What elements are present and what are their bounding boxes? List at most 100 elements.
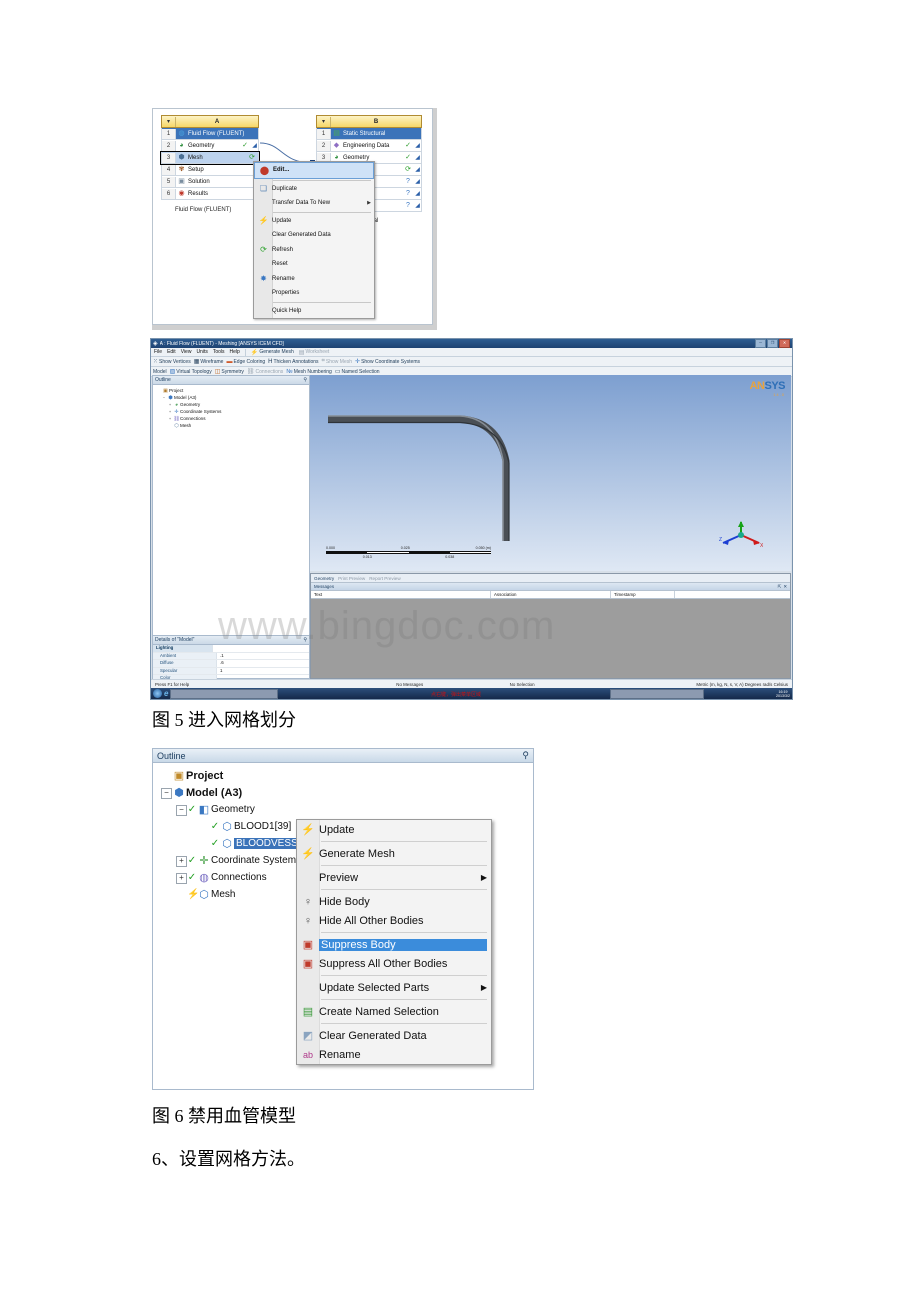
menu-item-hide-all-other-bodies[interactable]: ♀ Hide All Other Bodies [297, 911, 491, 930]
tree-node-geometry[interactable]: + ◕ Geometry [156, 401, 309, 408]
cell-b2[interactable]: 2 ◆ Engineering Data ✓ ◢ [316, 140, 422, 152]
taskbar-clock[interactable]: 16:19 2013/3/2 [776, 690, 790, 698]
pin-icon[interactable]: ⚲ [522, 750, 529, 761]
cell-a2-corner-icon[interactable]: ◢ [251, 141, 258, 151]
details-row-ambient[interactable]: Ambient .1 [153, 652, 309, 660]
coordinate-triad[interactable]: Z X [719, 519, 763, 549]
menu-item-duplicate[interactable]: ❏ Duplicate [254, 182, 374, 197]
details-row-specular[interactable]: Specular 1 [153, 667, 309, 675]
menu-item-reset[interactable]: Reset [254, 257, 374, 272]
menu-item-properties[interactable]: Properties [254, 286, 374, 301]
toolbar-show-vertices[interactable]: ⁙ Show Vertices [153, 358, 191, 366]
menu-item-update[interactable]: ⚡ Update [254, 214, 374, 229]
menu-item-rename[interactable]: ✸ Rename [254, 272, 374, 287]
cell-a2[interactable]: 2 ◕ Geometry ✓ ◢ [161, 140, 259, 152]
menu-item-generate-mesh[interactable]: ⚡ Generate Mesh [297, 844, 491, 863]
cell-a5[interactable]: 5 ▣ Solution [161, 176, 259, 188]
pin-icon[interactable]: ⇱ [778, 584, 782, 590]
minimize-button[interactable]: ─ [755, 339, 766, 348]
tab-report-preview[interactable]: Report Preview [369, 576, 400, 581]
menu-edit[interactable]: Edit [167, 349, 176, 355]
maximize-button[interactable]: ❐ [767, 339, 778, 348]
tree-node-geometry[interactable]: − ✓ ◧ Geometry [159, 801, 533, 818]
cell-b5-corner-icon[interactable]: ◢ [414, 177, 421, 187]
pin-icon[interactable]: ⚲ [303, 637, 307, 643]
toolbar-edge-coloring[interactable]: ▬ Edge Coloring [226, 359, 265, 365]
cell-a3-mesh[interactable]: 3 ⬢ Mesh ⟳ [160, 151, 260, 165]
menu-item-quick-help[interactable]: Quick Help [254, 304, 374, 319]
toolbar-model[interactable]: Model [153, 369, 167, 375]
toolbar-worksheet[interactable]: ▤ Worksheet [299, 349, 329, 356]
menu-view[interactable]: View [181, 349, 192, 355]
details-row-diffuse[interactable]: Diffuse .6 [153, 660, 309, 668]
workbench-cell-context-menu[interactable]: ⬤ Edit... ❏ Duplicate Transfer Data To N… [253, 161, 375, 319]
close-icon[interactable]: ✕ [783, 584, 787, 590]
menu-item-edit[interactable]: ⬤ Edit... [254, 162, 374, 179]
cell-b7-corner-icon[interactable]: ◢ [414, 201, 421, 211]
toolbar-generate-mesh[interactable]: ⚡ Generate Mesh [251, 349, 294, 356]
system-b-dropdown-icon[interactable]: ▾ [317, 116, 331, 127]
start-button-icon[interactable] [153, 689, 162, 698]
toolbar-symmetry[interactable]: ◫ Symmetry [215, 368, 244, 376]
tree-node-mesh[interactable]: ⬡ Mesh [156, 422, 309, 429]
toolbar-show-coordinate-systems[interactable]: ✛ Show Coordinate Systems [355, 358, 420, 366]
pin-icon[interactable]: ⚲ [303, 377, 307, 383]
cell-b3-corner-icon[interactable]: ◢ [414, 153, 421, 163]
toolbar-mesh-numbering[interactable]: № Mesh Numbering [286, 369, 332, 375]
cell-b4-corner-icon[interactable]: ◢ [414, 165, 421, 175]
menu-file[interactable]: File [154, 349, 162, 355]
tree-node-model[interactable]: − ⬢ Model (A3) [156, 394, 309, 401]
tree-node-coordinate-systems[interactable]: + ✛ Coordinate Systems [156, 408, 309, 415]
taskbar-window-button[interactable] [170, 688, 279, 699]
taskbar-window-button[interactable] [610, 688, 705, 699]
details-value-diffuse[interactable]: .6 [217, 660, 309, 667]
menu-item-suppress-body[interactable]: ▣ Suppress Body [297, 935, 491, 954]
menu-item-hide-body[interactable]: ♀ Hide Body [297, 892, 491, 911]
toolbar-named-selection[interactable]: ▭ Named Selection [335, 368, 380, 376]
tree-node-project[interactable]: ▣ Project [156, 387, 309, 394]
menu-item-update-selected-parts[interactable]: Update Selected Parts ▶ [297, 978, 491, 997]
close-button[interactable]: ✕ [779, 339, 790, 348]
tree-expander[interactable]: − [176, 805, 187, 816]
messages-col-timestamp[interactable]: Timestamp [611, 591, 675, 598]
menu-item-preview[interactable]: Preview ▶ [297, 868, 491, 887]
cell-b1[interactable]: 1 ▤ Static Structural [316, 128, 422, 140]
cell-b6-corner-icon[interactable]: ◢ [414, 189, 421, 199]
menu-item-clear-generated-data[interactable]: ◩ Clear Generated Data [297, 1026, 491, 1045]
tree-expander[interactable]: − [161, 788, 172, 799]
tree-expander[interactable]: + [176, 856, 187, 867]
menu-help[interactable]: Help [230, 349, 240, 355]
menu-item-suppress-all-other-bodies[interactable]: ▣ Suppress All Other Bodies [297, 954, 491, 973]
tree-node-project[interactable]: ▣ Project [159, 767, 533, 784]
menu-item-rename[interactable]: ab Rename [297, 1045, 491, 1064]
graphics-viewport[interactable]: ANSYS 14.0 0.000 0.025 0.050 (m) 0.013 0… [310, 375, 791, 571]
cell-a4[interactable]: 4 ✾ Setup [161, 164, 259, 176]
tree-node-connections[interactable]: + ⛓ Connections [156, 415, 309, 422]
details-value-ambient[interactable]: .1 [217, 653, 309, 660]
menu-item-transfer-data-to-new[interactable]: Transfer Data To New ▶ [254, 196, 374, 211]
tree-node-model[interactable]: − ⬢ Model (A3) [159, 784, 533, 801]
toolbar-thicken-annotations[interactable]: H Thicken Annotations [268, 359, 318, 365]
body-context-menu[interactable]: ⚡ Update ⚡ Generate Mesh Preview ▶ ♀ Hid… [296, 819, 492, 1065]
menu-item-clear-generated-data[interactable]: Clear Generated Data [254, 228, 374, 243]
cell-b2-corner-icon[interactable]: ◢ [414, 141, 421, 151]
menu-item-refresh[interactable]: ⟳ Refresh [254, 243, 374, 258]
tab-print-preview[interactable]: Print Preview [338, 576, 365, 581]
messages-col-text[interactable]: Text [311, 591, 491, 598]
system-a-dropdown-icon[interactable]: ▾ [162, 116, 176, 127]
internet-explorer-icon[interactable]: e [164, 689, 168, 698]
toolbar-connections[interactable]: ⛓ Connections [247, 368, 283, 376]
toolbar-show-mesh[interactable]: ⌗ Show Mesh [322, 358, 353, 365]
messages-col-association[interactable]: Association [491, 591, 611, 598]
menu-item-create-named-selection[interactable]: ▤ Create Named Selection [297, 1002, 491, 1021]
tree-expander[interactable]: + [176, 873, 187, 884]
toolbar-wireframe[interactable]: ▦ Wireframe [194, 358, 224, 366]
cell-a1[interactable]: 1 ◍ Fluid Flow (FLUENT) [161, 128, 259, 140]
menu-units[interactable]: Units [196, 349, 207, 355]
details-value-specular[interactable]: 1 [217, 668, 309, 675]
cell-a6[interactable]: 6 ◉ Results [161, 188, 259, 200]
menu-tools[interactable]: Tools [213, 349, 225, 355]
menu-item-update[interactable]: ⚡ Update [297, 820, 491, 839]
tab-geometry[interactable]: Geometry [314, 576, 334, 581]
toolbar-virtual-topology[interactable]: ▨ Virtual Topology [170, 368, 212, 376]
